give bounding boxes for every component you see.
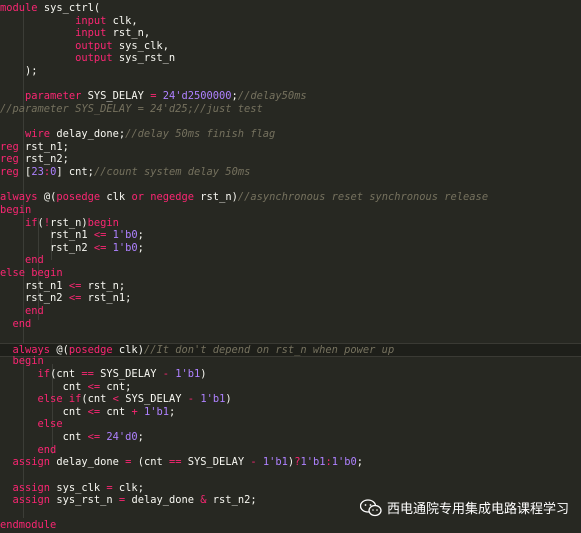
code-line[interactable] [0, 78, 581, 91]
code-line[interactable]: assign sys_clk = clk; [0, 482, 581, 495]
code-line[interactable] [0, 116, 581, 129]
code-editor[interactable]: module sys_ctrl( input clk, input rst_n,… [0, 0, 581, 533]
code-line[interactable]: input rst_n, [0, 27, 581, 40]
code-line[interactable]: wire delay_done;//delay 50ms finish flag [0, 128, 581, 141]
code-line[interactable]: else [0, 418, 581, 431]
code-line[interactable]: end [0, 305, 581, 318]
code-line[interactable]: rst_n1 <= 1'b0; [0, 229, 581, 242]
code-line[interactable]: begin [0, 204, 581, 217]
code-line[interactable]: end [0, 254, 581, 267]
code-line[interactable]: //parameter SYS_DELAY = 24'd25;//just te… [0, 103, 581, 116]
code-line[interactable]: ); [0, 65, 581, 78]
code-line[interactable]: module sys_ctrl( [0, 2, 581, 15]
code-line[interactable]: begin [0, 355, 581, 368]
code-line[interactable]: always @(posedge clk or negedge rst_n)//… [0, 191, 581, 204]
code-line[interactable]: output sys_rst_n [0, 52, 581, 65]
code-line[interactable]: assign delay_done = (cnt == SYS_DELAY - … [0, 456, 581, 469]
code-line[interactable] [0, 469, 581, 482]
code-line[interactable]: rst_n1 <= rst_n; [0, 280, 581, 293]
code-line[interactable]: parameter SYS_DELAY = 24'd2500000;//dela… [0, 90, 581, 103]
code-line[interactable]: reg [23:0] cnt;//count system delay 50ms [0, 166, 581, 179]
code-line[interactable]: else if(cnt < SYS_DELAY - 1'b1) [0, 393, 581, 406]
code-line[interactable]: reg rst_n1; [0, 141, 581, 154]
code-line[interactable]: if(cnt == SYS_DELAY - 1'b1) [0, 368, 581, 381]
wechat-icon [359, 498, 382, 516]
code-line[interactable]: reg rst_n2; [0, 153, 581, 166]
code-line[interactable]: cnt <= cnt; [0, 381, 581, 394]
code-line[interactable]: if(!rst_n)begin [0, 217, 581, 230]
code-line[interactable]: input clk, [0, 15, 581, 28]
code-line[interactable] [0, 179, 581, 192]
code-line[interactable]: cnt <= cnt + 1'b1; [0, 406, 581, 419]
code-line[interactable]: end [0, 444, 581, 457]
watermark-text: 西电通院专用集成电路课程学习 [386, 502, 569, 517]
code-line[interactable]: cnt <= 24'd0; [0, 431, 581, 444]
code-line[interactable] [0, 330, 581, 343]
code-line[interactable]: rst_n2 <= 1'b0; [0, 242, 581, 255]
code-line[interactable]: end [0, 318, 581, 331]
wechat-watermark: 西电通院专用集成电路课程学习 [359, 498, 569, 517]
code-line[interactable]: rst_n2 <= rst_n1; [0, 292, 581, 305]
code-line[interactable]: output sys_clk, [0, 40, 581, 53]
code-line[interactable]: endmodule [0, 519, 581, 532]
code-line[interactable]: else begin [0, 267, 581, 280]
